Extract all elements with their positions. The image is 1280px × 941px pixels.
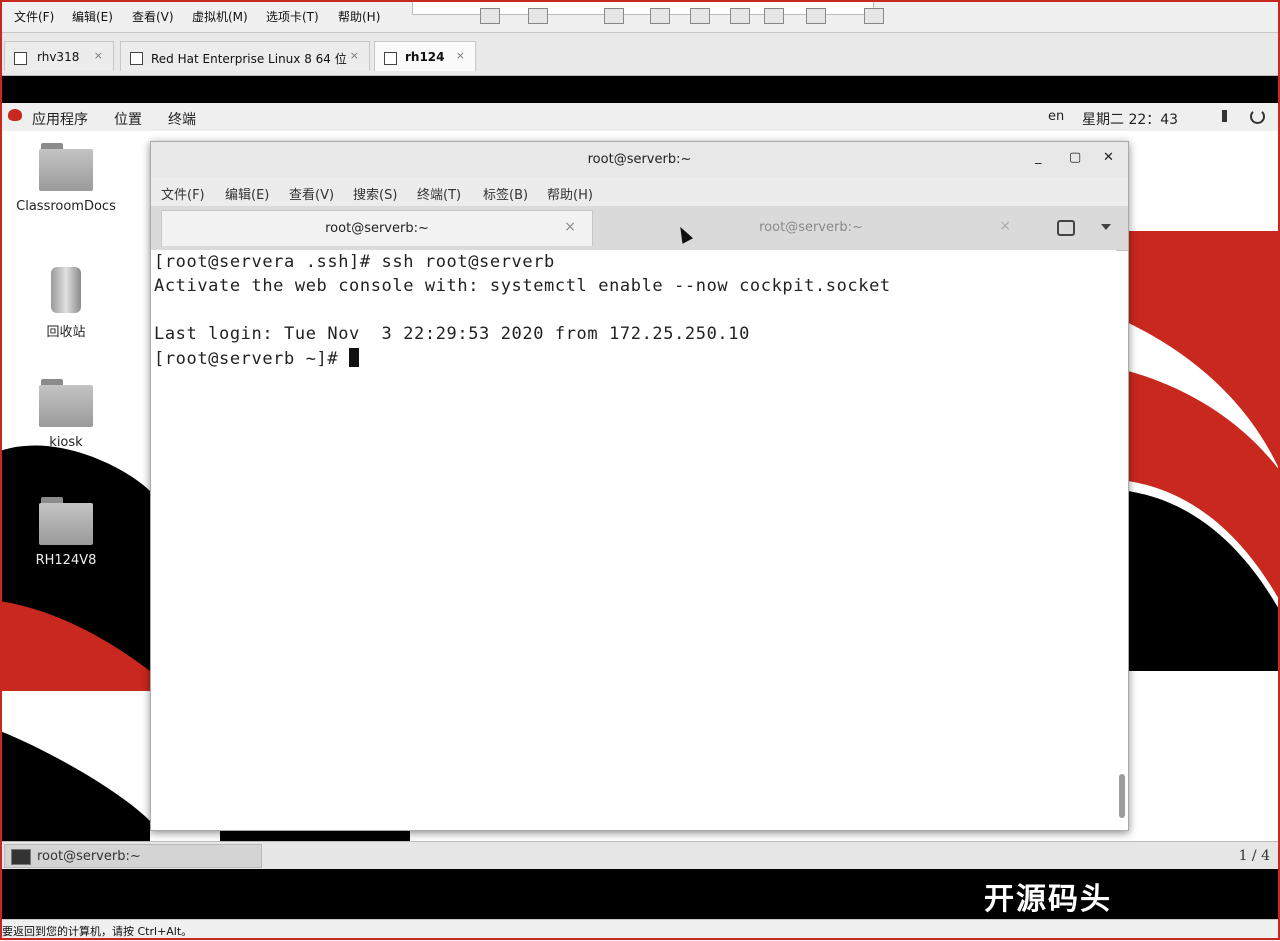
clock[interactable]: 星期二 22：43 [1082, 109, 1178, 129]
vm-tab-rhel8[interactable]: Red Hat Enterprise Linux 8 64 位 × [120, 41, 370, 71]
desktop-icon-label: ClassroomDocs [16, 199, 116, 214]
terminal-app-menu[interactable]: 终端 [168, 109, 196, 129]
desktop-icon-label: 回收站 [46, 325, 86, 340]
desktop-icon-kiosk[interactable]: kiosk [16, 379, 116, 450]
vm-toolbar-dropdown-icon[interactable] [864, 8, 884, 24]
desktop-icon-trash[interactable]: 回收站 [16, 265, 116, 340]
trash-icon [39, 265, 93, 313]
vm-menu-view[interactable]: 查看(V) [132, 8, 174, 25]
desktop-icon-classroomdocs[interactable]: ClassroomDocs [16, 143, 116, 214]
gnome-topbar: 应用程序 位置 终端 en 星期二 22：43 [0, 103, 1280, 131]
terminal-line: [root@servera .ssh]# ssh root@serverb [154, 252, 555, 272]
close-icon[interactable]: × [94, 49, 103, 62]
close-icon[interactable]: × [999, 218, 1011, 234]
vmware-statusbar: 要返回到您的计算机，请按 Ctrl+Alt。 [0, 919, 1280, 941]
vm-menu-help[interactable]: 帮助(H) [338, 8, 380, 25]
redhat-logo-icon [8, 109, 22, 121]
scrollbar-thumb[interactable] [1119, 774, 1125, 818]
terminal-title: root@serverb:~ [587, 152, 692, 167]
terminal-output[interactable]: [root@servera .ssh]# ssh root@serverb Ac… [151, 250, 1116, 830]
terminal-tab-label: root@serverb:~ [759, 220, 863, 235]
vm-toolbar-stretch-icon[interactable] [764, 8, 784, 24]
taskbar-window-item[interactable]: root@serverb:~ [4, 844, 262, 868]
vm-tab-label: rh124 [405, 50, 445, 64]
close-icon[interactable]: × [350, 49, 359, 62]
vm-tab-icon [130, 52, 143, 65]
vm-toolbar-view-icon[interactable] [806, 8, 826, 24]
terminal-menu-help[interactable]: 帮助(H) [547, 184, 593, 203]
vm-menu-tabs[interactable]: 选项卡(T) [266, 8, 319, 25]
gnome-window-list: root@serverb:~ 1 / 4 [0, 841, 1280, 869]
minimize-button[interactable]: _ [1035, 150, 1042, 165]
terminal-menu-search[interactable]: 搜索(S) [353, 184, 397, 203]
status-text: 要返回到您的计算机，请按 Ctrl+Alt。 [2, 925, 193, 938]
terminal-menu-file[interactable]: 文件(F) [161, 184, 205, 203]
vm-menu-file[interactable]: 文件(F) [14, 8, 54, 25]
terminal-menu-edit[interactable]: 编辑(E) [225, 184, 269, 203]
vm-tab-rh124[interactable]: rh124 × [374, 41, 476, 71]
watermark: 开源码头 [984, 882, 1112, 917]
terminal-tab-label: root@serverb:~ [325, 221, 429, 236]
input-method-indicator[interactable]: en [1048, 109, 1064, 124]
applications-menu[interactable]: 应用程序 [32, 109, 88, 129]
terminal-line: Activate the web console with: systemctl… [154, 276, 891, 296]
vm-menu-edit[interactable]: 编辑(E) [72, 8, 113, 25]
vm-tab-running-icon [384, 52, 397, 65]
vm-toolbar-send-keys-icon[interactable] [480, 8, 500, 24]
vm-tab-label: rhv318 [37, 50, 80, 64]
chevron-down-icon[interactable] [1101, 224, 1111, 230]
terminal-menu-view[interactable]: 查看(V) [289, 184, 334, 203]
close-icon[interactable]: × [564, 219, 576, 235]
terminal-tab-inactive[interactable]: root@serverb:~ × [595, 210, 1027, 246]
workspace-indicator[interactable]: 1 / 4 [1239, 848, 1270, 864]
terminal-menu-terminal[interactable]: 终端(T) [417, 184, 461, 203]
places-menu[interactable]: 位置 [114, 109, 142, 129]
folder-icon [39, 497, 93, 545]
vmware-tabbar: rhv318 × Red Hat Enterprise Linux 8 64 位… [0, 33, 1280, 76]
guest-screen[interactable]: 应用程序 位置 终端 en 星期二 22：43 ClassroomDocs 回收… [0, 103, 1280, 869]
desktop-icon-label: RH124V8 [35, 553, 97, 568]
maximize-button[interactable]: ▢ [1069, 150, 1081, 165]
terminal-tab-active[interactable]: root@serverb:~ × [161, 210, 593, 246]
vmware-menubar: 文件(F) 编辑(E) 查看(V) 虚拟机(M) 选项卡(T) 帮助(H) [0, 0, 1280, 33]
terminal-titlebar[interactable]: root@serverb:~ _ ▢ ✕ [151, 142, 1128, 178]
terminal-window[interactable]: root@serverb:~ _ ▢ ✕ 文件(F) 编辑(E) 查看(V) 搜… [150, 141, 1129, 831]
folder-icon [39, 143, 93, 191]
new-tab-icon[interactable] [1057, 220, 1075, 236]
terminal-prompt: [root@serverb ~]# [154, 349, 350, 369]
desktop-icon-label: kiosk [49, 435, 83, 450]
vm-menu-vm[interactable]: 虚拟机(M) [192, 8, 248, 25]
terminal-scrollbar[interactable] [1119, 252, 1126, 828]
power-icon[interactable] [1250, 109, 1265, 124]
terminal-line: Last login: Tue Nov 3 22:29:53 2020 from… [154, 324, 750, 344]
terminal-icon [11, 849, 31, 865]
vm-tab-label: Red Hat Enterprise Linux 8 64 位 [151, 52, 347, 66]
vm-toolbar-console-icon[interactable] [730, 8, 750, 24]
vm-tab-icon [14, 52, 27, 65]
vm-toolbar-fullscreen-icon[interactable] [650, 8, 670, 24]
vm-toolbar-manager-icon[interactable] [604, 8, 624, 24]
home-folder-icon [39, 379, 93, 427]
terminal-prompt-line[interactable]: [root@serverb ~]# [154, 348, 360, 369]
vm-toolbar-snapshot-icon[interactable] [528, 8, 548, 24]
taskbar-window-label: root@serverb:~ [37, 849, 141, 864]
vm-tab-rhv318[interactable]: rhv318 × [4, 41, 114, 71]
terminal-menubar: 文件(F) 编辑(E) 查看(V) 搜索(S) 终端(T) 标签(B) 帮助(H… [151, 178, 1128, 206]
text-cursor [349, 348, 360, 367]
terminal-tabbar: root@serverb:~ × root@serverb:~ × [151, 206, 1128, 251]
close-button[interactable]: ✕ [1103, 150, 1114, 165]
vm-toolbar-unity-icon[interactable] [690, 8, 710, 24]
close-icon[interactable]: × [456, 49, 465, 62]
volume-icon[interactable] [1222, 110, 1237, 122]
desktop-icon-rh124v8[interactable]: RH124V8 [16, 497, 116, 568]
terminal-menu-tabs[interactable]: 标签(B) [483, 184, 528, 203]
